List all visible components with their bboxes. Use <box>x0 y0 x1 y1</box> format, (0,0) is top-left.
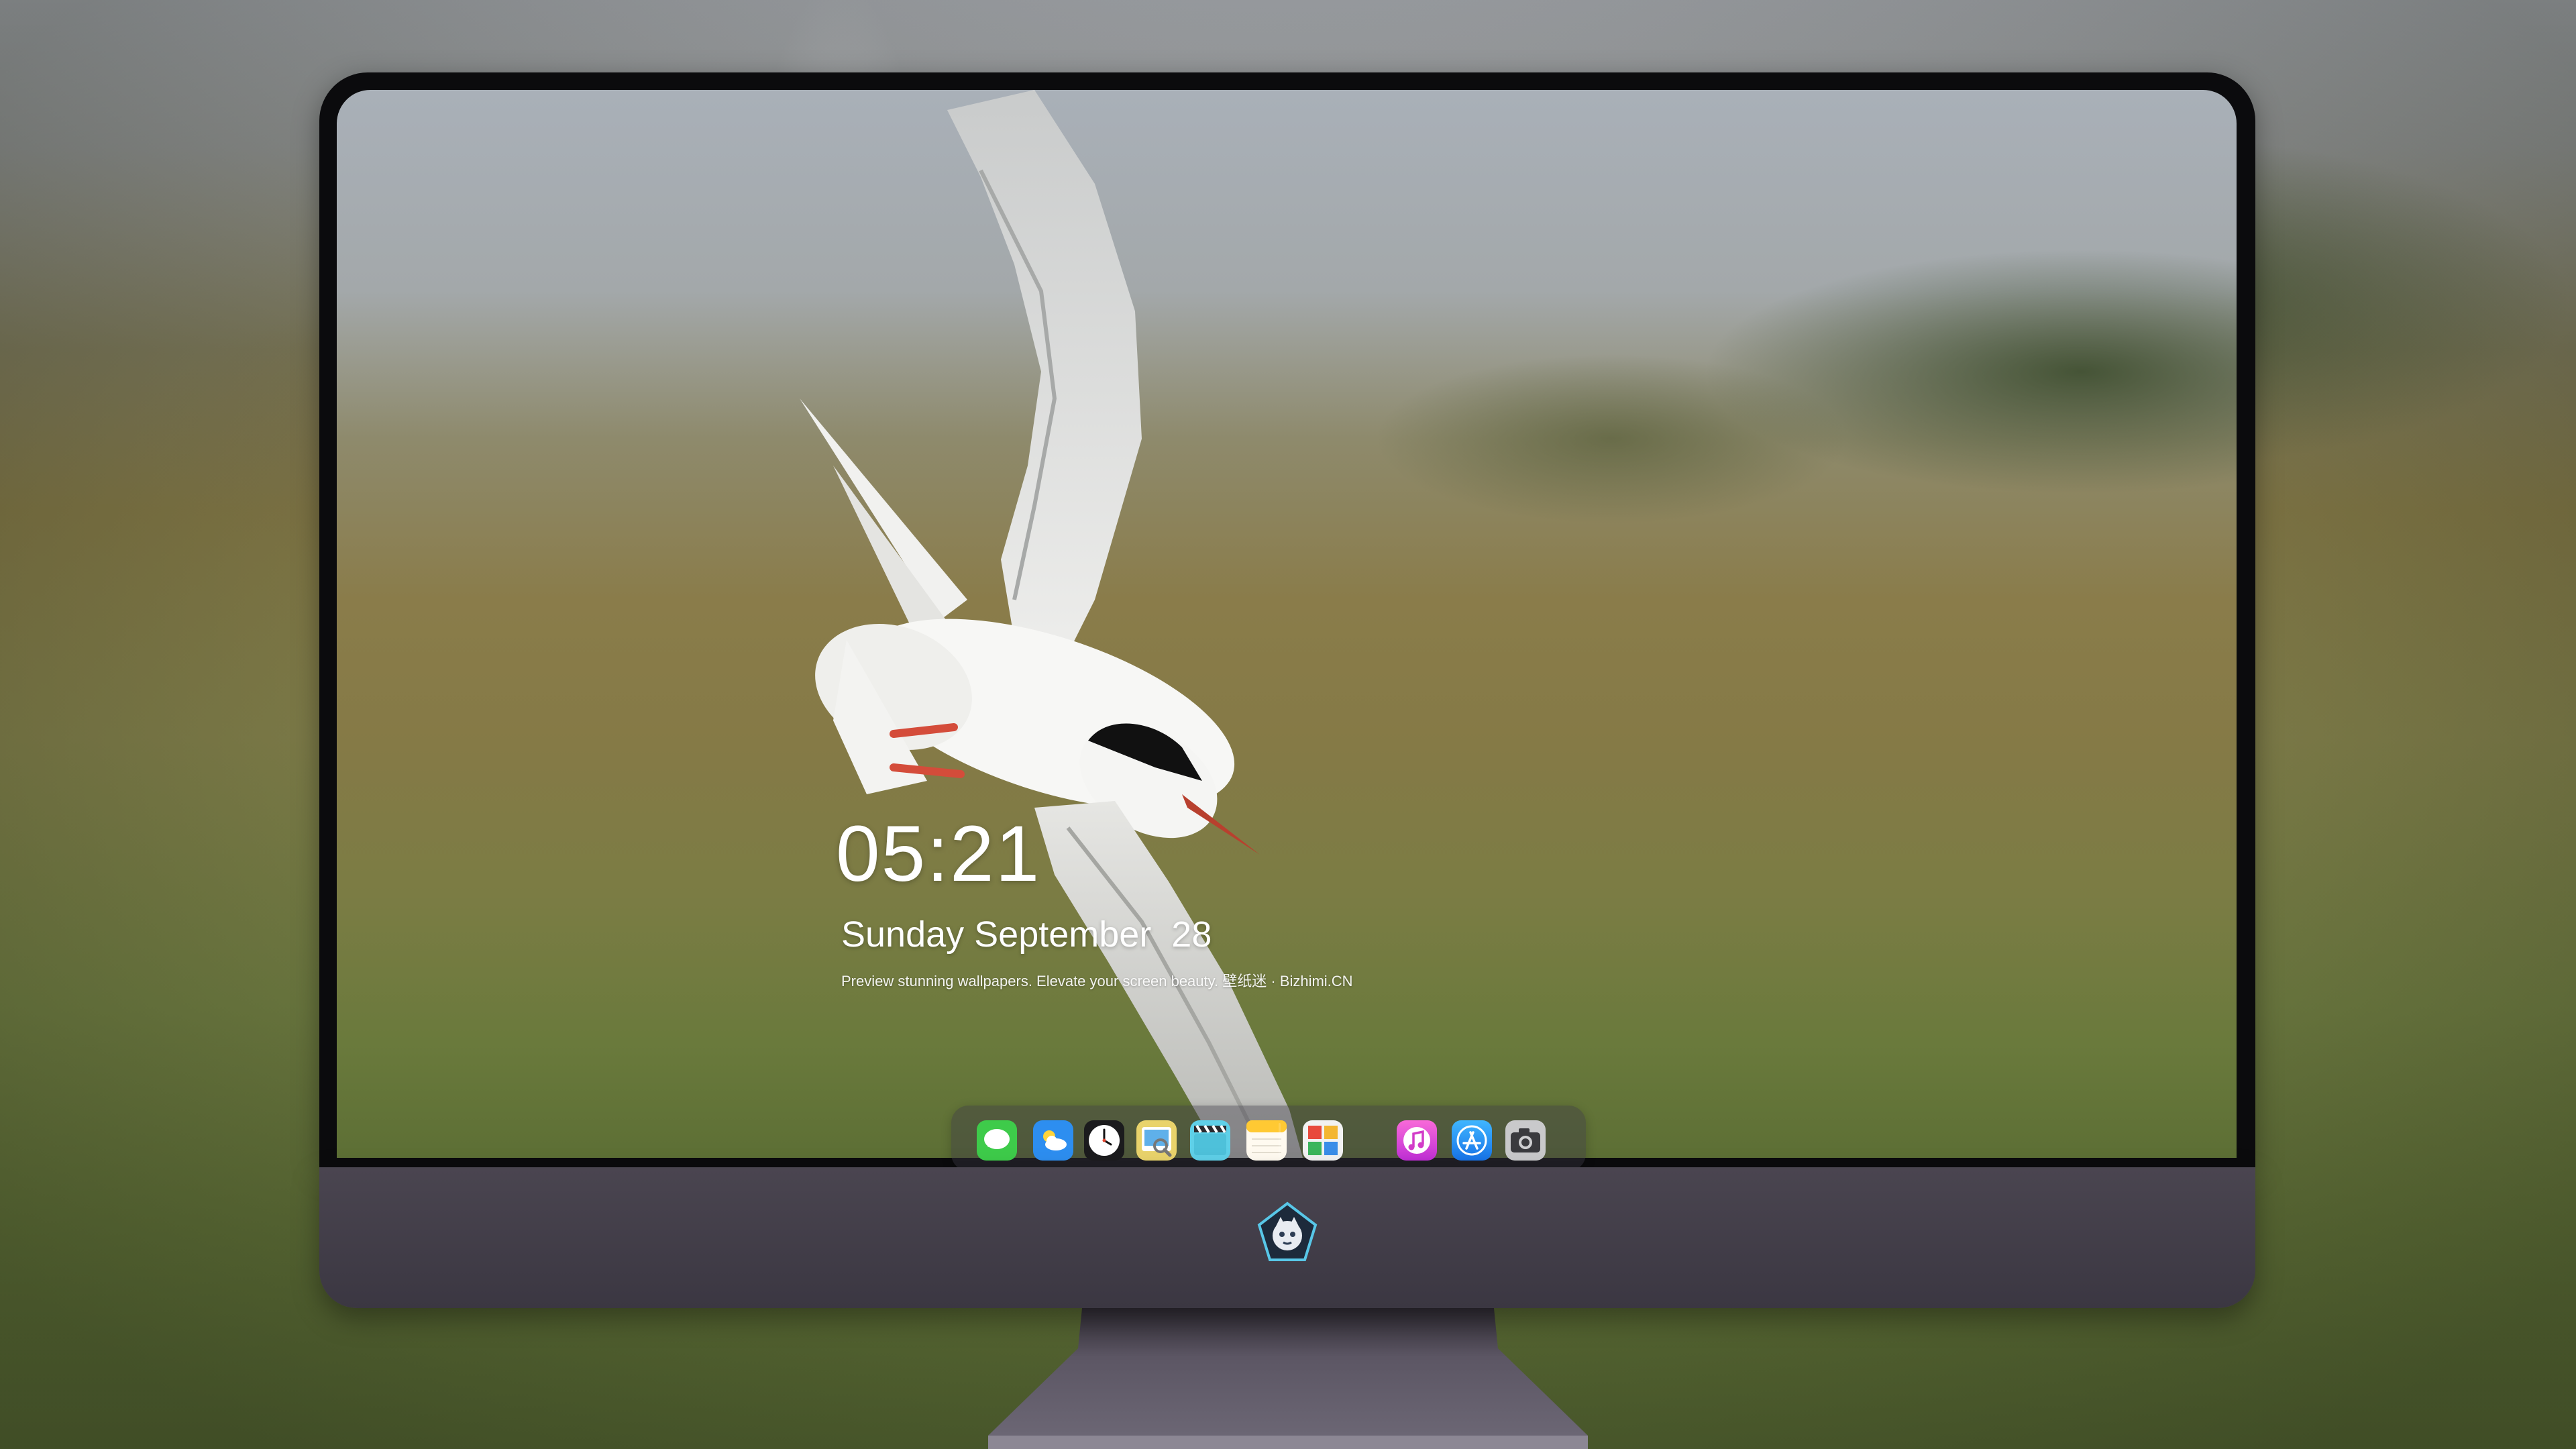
camera-icon[interactable] <box>1505 1120 1546 1161</box>
clock-icon[interactable] <box>1084 1120 1124 1161</box>
app-store-icon[interactable] <box>1452 1120 1492 1161</box>
monitor-bezel: 05:21 Sunday September 28 Preview stunnin… <box>319 72 2255 1167</box>
notes-icon[interactable] <box>1246 1120 1287 1161</box>
monitor-chin <box>319 1167 2255 1308</box>
weather-icon[interactable] <box>1033 1120 1073 1161</box>
messages-icon[interactable] <box>977 1120 1017 1161</box>
wallpaper-tagline: Preview stunning wallpapers. Elevate you… <box>841 973 1353 989</box>
dock-divider <box>1279 1123 1281 1158</box>
music-icon[interactable] <box>1397 1120 1437 1161</box>
lock-screen-clock: 05:21 <box>836 810 1041 898</box>
dock <box>951 1106 1586 1171</box>
video-clapper-icon[interactable] <box>1190 1120 1230 1161</box>
date-day: 28 <box>1171 914 1212 955</box>
screen: 05:21 Sunday September 28 Preview stunnin… <box>337 90 2237 1158</box>
brand-logo-icon <box>1257 1201 1318 1261</box>
monitor-stand <box>988 1308 1588 1449</box>
preview-icon[interactable] <box>1136 1120 1177 1161</box>
tern-bird-wallpaper <box>800 90 1303 1158</box>
photo-gallery-icon[interactable] <box>1303 1120 1343 1161</box>
monitor: 05:21 Sunday September 28 Preview stunnin… <box>319 72 2255 1308</box>
date-weekday-month: Sunday September <box>841 914 1152 955</box>
lock-screen-date: Sunday September 28 <box>841 911 1212 958</box>
